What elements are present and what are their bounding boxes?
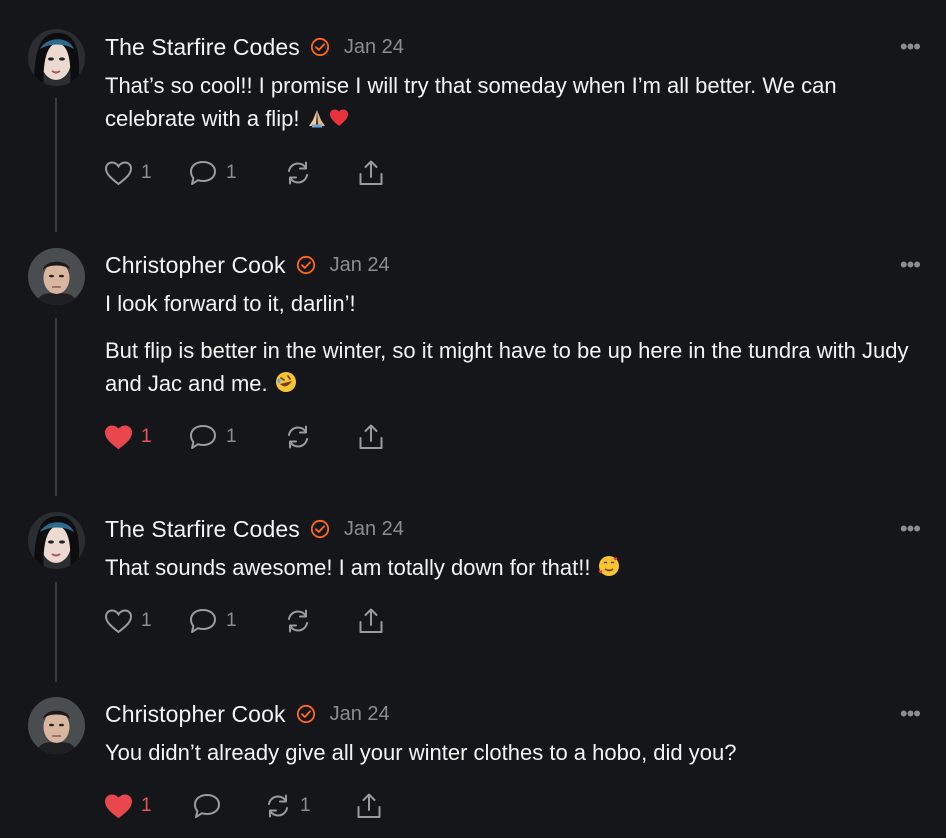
- post-body: I look forward to it, darlin’! But flip …: [105, 287, 925, 403]
- share-icon: [357, 793, 381, 818]
- rolling-laughing-emoji: [274, 370, 298, 403]
- more-options-icon[interactable]: •••: [900, 703, 921, 725]
- thread-line: [55, 318, 57, 496]
- comment-bubble-icon: [190, 425, 216, 449]
- like-count: 1: [141, 426, 152, 447]
- comment-count: 1: [226, 610, 237, 631]
- avatar[interactable]: [28, 248, 85, 305]
- more-options-icon[interactable]: •••: [900, 36, 921, 58]
- verified-check-icon: [310, 37, 330, 57]
- restack-button[interactable]: [284, 422, 312, 452]
- comment-bubble-icon: [190, 609, 216, 633]
- like-count: 1: [141, 610, 152, 631]
- avatar[interactable]: [28, 697, 85, 754]
- red-heart-emoji: [328, 105, 350, 138]
- folded-hands-emoji: [306, 105, 328, 138]
- post-text: I look forward to it, darlin’!: [105, 291, 356, 316]
- post-body: You didn’t already give all your winter …: [105, 736, 925, 769]
- post-body: That sounds awesome! I am totally down f…: [105, 551, 925, 587]
- comment-bubble-icon: [190, 161, 216, 185]
- post-text: But flip is better in the winter, so it …: [105, 334, 925, 403]
- verified-check-icon: [310, 519, 330, 539]
- restack-icon: [288, 609, 308, 633]
- smiling-hearts-emoji: [597, 554, 621, 587]
- heart-outline-icon: [104, 160, 133, 185]
- comment-button[interactable]: 1: [188, 158, 237, 188]
- comment-button[interactable]: [192, 791, 222, 821]
- post-header: Christopher Cook Jan 24: [105, 250, 390, 280]
- like-button[interactable]: 1: [104, 606, 152, 636]
- avatar[interactable]: [28, 512, 85, 569]
- post-body: That’s so cool!! I promise I will try th…: [105, 69, 925, 138]
- comment-button[interactable]: 1: [188, 606, 237, 636]
- post-date[interactable]: Jan 24: [330, 703, 390, 726]
- author-name[interactable]: Christopher Cook: [105, 252, 286, 279]
- heart-filled-icon: [104, 793, 133, 818]
- comment-count: 1: [226, 426, 237, 447]
- share-icon: [359, 608, 383, 633]
- like-count: 1: [141, 162, 152, 183]
- like-button[interactable]: 1: [104, 791, 152, 821]
- share-button[interactable]: [357, 606, 385, 636]
- post-header: Christopher Cook Jan 24: [105, 699, 390, 729]
- avatar[interactable]: [28, 29, 85, 86]
- share-icon: [359, 160, 383, 185]
- verified-check-icon: [296, 255, 316, 275]
- more-options-icon[interactable]: •••: [900, 518, 921, 540]
- author-name[interactable]: The Starfire Codes: [105, 516, 300, 543]
- post-header: The Starfire Codes Jan 24: [105, 514, 404, 544]
- post-date[interactable]: Jan 24: [330, 254, 390, 277]
- share-button[interactable]: [355, 791, 383, 821]
- restack-button[interactable]: [284, 606, 312, 636]
- author-name[interactable]: The Starfire Codes: [105, 34, 300, 61]
- comment-button[interactable]: 1: [188, 422, 237, 452]
- post-date[interactable]: Jan 24: [344, 518, 404, 541]
- thread-line: [55, 582, 57, 682]
- comment-bubble-icon: [194, 794, 220, 818]
- heart-filled-icon: [104, 424, 133, 449]
- comment-count: 1: [226, 162, 237, 183]
- post-text: That’s so cool!! I promise I will try th…: [105, 69, 925, 138]
- restack-icon: [288, 425, 308, 449]
- share-button[interactable]: [357, 158, 385, 188]
- post-text: You didn’t already give all your winter …: [105, 740, 737, 765]
- like-count: 1: [141, 795, 152, 816]
- more-options-icon[interactable]: •••: [900, 254, 921, 276]
- share-button[interactable]: [357, 422, 385, 452]
- post-text: That sounds awesome! I am totally down f…: [105, 551, 925, 587]
- restack-icon: [288, 161, 308, 185]
- thread-line: [55, 98, 57, 232]
- verified-check-icon: [296, 704, 316, 724]
- like-button[interactable]: 1: [104, 422, 152, 452]
- post-header: The Starfire Codes Jan 24: [105, 32, 404, 62]
- restack-count: 1: [300, 795, 311, 816]
- like-button[interactable]: 1: [104, 158, 152, 188]
- post-date[interactable]: Jan 24: [344, 36, 404, 59]
- restack-button[interactable]: [284, 158, 312, 188]
- restack-icon: [268, 794, 288, 818]
- author-name[interactable]: Christopher Cook: [105, 701, 286, 728]
- share-icon: [359, 424, 383, 449]
- restack-button[interactable]: 1: [264, 791, 311, 821]
- heart-outline-icon: [104, 608, 133, 633]
